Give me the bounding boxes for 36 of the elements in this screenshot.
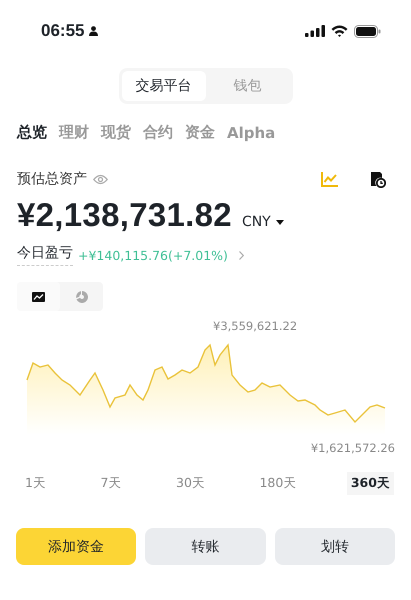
min-value-label: ¥1,621,572.26: [310, 441, 395, 455]
segment-tab[interactable]: 交易平台: [122, 71, 206, 101]
time-range-tab[interactable]: 360天: [346, 472, 394, 495]
secondary-button[interactable]: 转账: [145, 528, 266, 565]
pie-chart-icon: [76, 290, 88, 302]
eye-icon[interactable]: [93, 174, 108, 184]
nav-tab[interactable]: 合约: [143, 123, 173, 142]
pnl-value: +¥140,115.76(+7.01%): [78, 248, 228, 262]
status-time: 06:55: [41, 21, 84, 41]
nav-tab[interactable]: 资金: [185, 123, 215, 142]
line-chart-icon[interactable]: [321, 172, 338, 186]
person-icon: [89, 26, 98, 36]
time-range-tab[interactable]: 30天: [172, 472, 209, 495]
primary-button[interactable]: 添加资金: [16, 528, 136, 565]
pnl-label: 今日盈亏: [17, 244, 73, 266]
time-range-tab[interactable]: 180天: [255, 472, 300, 495]
chevron-right-icon[interactable]: [238, 250, 244, 260]
line-chart-icon: [32, 292, 45, 302]
line-chart-toggle[interactable]: [17, 282, 60, 311]
max-value-label: ¥3,559,621.22: [213, 319, 298, 333]
nav-tab[interactable]: Alpha: [227, 123, 276, 142]
nav-tab[interactable]: 理财: [59, 123, 89, 142]
wifi-icon: [331, 25, 348, 37]
balance-amount: ¥2,138,731.82: [17, 196, 232, 234]
currency-dropdown[interactable]: CNY: [242, 214, 284, 230]
balance-label: 预估总资产: [17, 170, 87, 188]
signal-icon: [305, 25, 325, 37]
battery-icon: [354, 24, 381, 38]
time-range-tab[interactable]: 7天: [96, 472, 126, 495]
time-range-tab[interactable]: 1天: [21, 472, 50, 495]
nav-tab[interactable]: 现货: [101, 123, 131, 142]
nav-tab[interactable]: 总览: [17, 123, 47, 142]
secondary-button[interactable]: 划转: [274, 528, 395, 565]
segment-tab[interactable]: 钱包: [206, 71, 290, 101]
document-clock-icon[interactable]: [370, 170, 386, 188]
caret-icon: [276, 220, 284, 224]
